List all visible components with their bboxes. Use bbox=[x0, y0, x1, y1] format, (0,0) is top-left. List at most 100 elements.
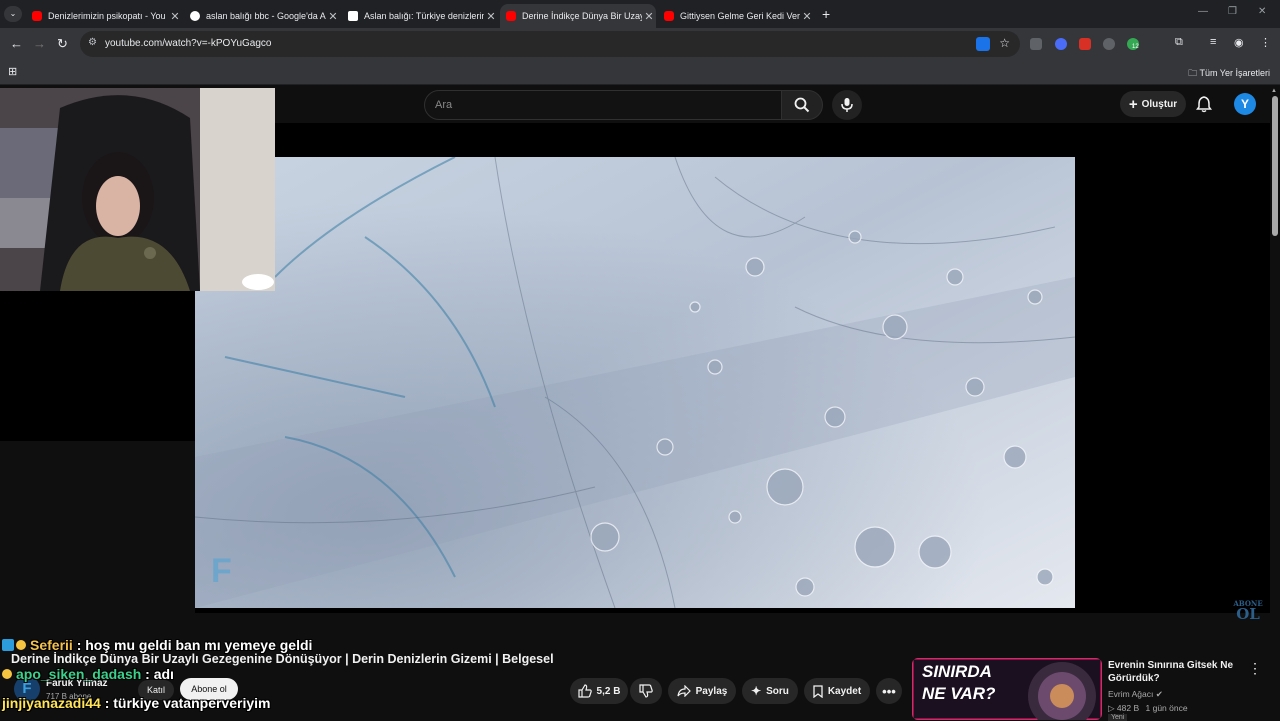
new-tab-icon[interactable]: + bbox=[822, 6, 830, 22]
recommended-channel[interactable]: Evrim Ağacı ✔ bbox=[1108, 689, 1163, 700]
verified-check-icon: ✔ bbox=[1155, 689, 1163, 699]
tab-close-icon[interactable]: ✕ bbox=[168, 10, 182, 23]
recommended-channel-name: Evrim Ağacı bbox=[1108, 689, 1154, 699]
all-bookmarks-label: Tüm Yer İşaretleri bbox=[1199, 68, 1270, 78]
tab-close-icon[interactable]: ✕ bbox=[642, 10, 656, 23]
share-label: Paylaş bbox=[695, 685, 728, 697]
bookmark-icon bbox=[813, 684, 823, 698]
chat-text: : adı bbox=[145, 666, 174, 682]
tab-close-icon[interactable]: ✕ bbox=[326, 10, 340, 23]
search-placeholder: Ara bbox=[435, 99, 453, 111]
ask-button[interactable]: ✦ Soru bbox=[742, 678, 798, 704]
menu-kebab-icon[interactable]: ⋮ bbox=[1260, 36, 1271, 49]
subscribe-overlay-logo: ABONE OL bbox=[1230, 600, 1266, 622]
reload-icon[interactable]: ↻ bbox=[57, 36, 68, 52]
extension-icon[interactable] bbox=[1030, 38, 1042, 50]
apps-grid-icon[interactable]: ⊞ bbox=[8, 65, 17, 78]
overlay-background bbox=[0, 291, 195, 441]
like-button[interactable]: 5,2 B bbox=[570, 678, 628, 704]
create-button[interactable]: + Oluştur bbox=[1120, 91, 1186, 117]
tab-title: Gittiysen Gelme Geri Kedi Versi bbox=[680, 11, 800, 21]
browser-toolbar: ← → ↻ ⚙ youtube.com/watch?v=-kPOYuGagco … bbox=[0, 28, 1280, 60]
ask-label: Soru bbox=[766, 685, 789, 697]
tab-title: Aslan balığı: Türkiye denizlerin bbox=[364, 11, 484, 21]
account-avatar[interactable]: Y bbox=[1234, 93, 1256, 115]
recommended-views: 482 B bbox=[1116, 703, 1140, 713]
tab-close-icon[interactable]: ✕ bbox=[800, 10, 814, 23]
profile-icon[interactable]: ◉ bbox=[1234, 36, 1244, 49]
browser-tab-strip: ⌄ Denizlerimizin psikopatı - You ✕ aslan… bbox=[0, 0, 1280, 28]
recommended-video-thumbnail[interactable]: SINIRDA NE VAR? bbox=[912, 658, 1102, 720]
chat-message: Seferii : hoş mu geldi ban mı yemeye gel… bbox=[2, 637, 312, 653]
search-input[interactable]: Ara bbox=[424, 90, 783, 120]
search-button[interactable] bbox=[781, 90, 823, 120]
dislike-button[interactable] bbox=[630, 678, 662, 704]
thumbs-down-icon bbox=[639, 684, 653, 698]
chat-message: apo_siken_dadash : adı bbox=[2, 666, 174, 682]
extensions-puzzle-icon[interactable]: ⧉ bbox=[1175, 36, 1183, 49]
recommended-video-title[interactable]: Evrenin Sınırına Gitsek Ne Görürdük? bbox=[1108, 659, 1238, 685]
bookmarks-bar: ⊞ 🗀 Tüm Yer İşaretleri bbox=[0, 60, 1280, 85]
moon-icon bbox=[2, 669, 12, 679]
chat-message: jinjiyanazadi44 : türkiye vatanperveriyi… bbox=[2, 695, 270, 711]
chat-username: apo_siken_dadash bbox=[16, 666, 142, 682]
webcam-image bbox=[0, 88, 275, 291]
browser-tab[interactable]: Aslan balığı: Türkiye denizlerin ✕ bbox=[342, 4, 498, 28]
browser-tab-active[interactable]: Derine İndikçe Dünya Bir Uzaylı ✕ bbox=[500, 4, 656, 28]
url-text: youtube.com/watch?v=-kPOYuGagco bbox=[105, 38, 272, 49]
folder-icon: 🗀 bbox=[1188, 68, 1198, 78]
all-bookmarks-button[interactable]: 🗀 Tüm Yer İşaretleri bbox=[1188, 66, 1270, 82]
scroll-up-arrow-icon[interactable]: ▲ bbox=[1271, 88, 1277, 94]
youtube-favicon-icon bbox=[664, 11, 674, 21]
media-control-icon[interactable]: ≡ bbox=[1210, 36, 1216, 48]
create-label: Oluştur bbox=[1141, 98, 1178, 110]
voice-search-button[interactable] bbox=[832, 90, 862, 120]
close-window-icon[interactable]: ✕ bbox=[1258, 6, 1266, 17]
icy-moon-surface-image bbox=[195, 157, 1075, 608]
tab-title: Derine İndikçe Dünya Bir Uzaylı bbox=[522, 11, 642, 21]
browser-tab[interactable]: Denizlerimizin psikopatı - You ✕ bbox=[26, 4, 182, 28]
browser-tab[interactable]: Gittiysen Gelme Geri Kedi Versi ✕ bbox=[658, 4, 814, 28]
more-dots-icon: ••• bbox=[882, 683, 896, 699]
save-label: Kaydet bbox=[827, 685, 862, 697]
recommended-age: 1 gün önce bbox=[1145, 703, 1188, 713]
sparkle-icon: ✦ bbox=[751, 684, 762, 698]
browser-tab[interactable]: aslan balığı bbc - Google'da Ar ✕ bbox=[184, 4, 340, 28]
microphone-icon bbox=[841, 98, 853, 112]
views-play-icon: ▷ bbox=[1108, 703, 1115, 713]
video-frame[interactable]: F bbox=[195, 157, 1075, 608]
thumbnail-text-1: SINIRDA bbox=[922, 662, 992, 681]
maximize-icon[interactable]: ❐ bbox=[1228, 6, 1237, 17]
bbc-favicon-icon bbox=[348, 11, 358, 21]
address-bar[interactable]: ⚙ youtube.com/watch?v=-kPOYuGagco ☆ bbox=[80, 31, 1020, 57]
thumbs-up-icon bbox=[577, 684, 592, 698]
extension-icon[interactable] bbox=[1055, 38, 1067, 50]
tab-title: aslan balığı bbc - Google'da Ar bbox=[206, 11, 326, 21]
chat-badge-icon bbox=[2, 639, 14, 651]
notifications-bell-icon[interactable] bbox=[1196, 95, 1212, 113]
share-arrow-icon bbox=[677, 685, 691, 697]
minimize-icon[interactable]: — bbox=[1198, 6, 1208, 17]
extension-icon[interactable] bbox=[1103, 38, 1115, 50]
ol-label: OL bbox=[1236, 605, 1260, 623]
more-actions-button[interactable]: ••• bbox=[876, 678, 902, 704]
youtube-favicon-icon bbox=[506, 11, 516, 21]
page-scrollbar-thumb[interactable] bbox=[1272, 96, 1278, 236]
extension-icon[interactable] bbox=[1079, 38, 1091, 50]
tab-close-icon[interactable]: ✕ bbox=[484, 10, 498, 23]
recommended-more-icon[interactable]: ⋮ bbox=[1248, 660, 1262, 677]
recommended-meta: ▷ 482 B 1 gün önce bbox=[1108, 703, 1188, 714]
bookmark-star-icon[interactable]: ☆ bbox=[999, 36, 1010, 50]
chat-text: : türkiye vatanperveriyim bbox=[104, 695, 271, 711]
tab-search-button[interactable]: ⌄ bbox=[4, 6, 22, 22]
share-button[interactable]: Paylaş bbox=[668, 678, 736, 704]
thumbnail-text-2: NE VAR? bbox=[922, 684, 996, 703]
forward-icon[interactable]: → bbox=[33, 36, 46, 51]
channel-watermark: F bbox=[211, 552, 232, 590]
site-settings-icon[interactable]: ⚙ bbox=[88, 37, 97, 48]
back-icon[interactable]: ← bbox=[10, 36, 23, 51]
chat-username: jinjiyanazadi44 bbox=[2, 695, 101, 711]
save-button[interactable]: Kaydet bbox=[804, 678, 870, 704]
translate-icon[interactable] bbox=[976, 37, 990, 51]
youtube-favicon-icon bbox=[32, 11, 42, 21]
